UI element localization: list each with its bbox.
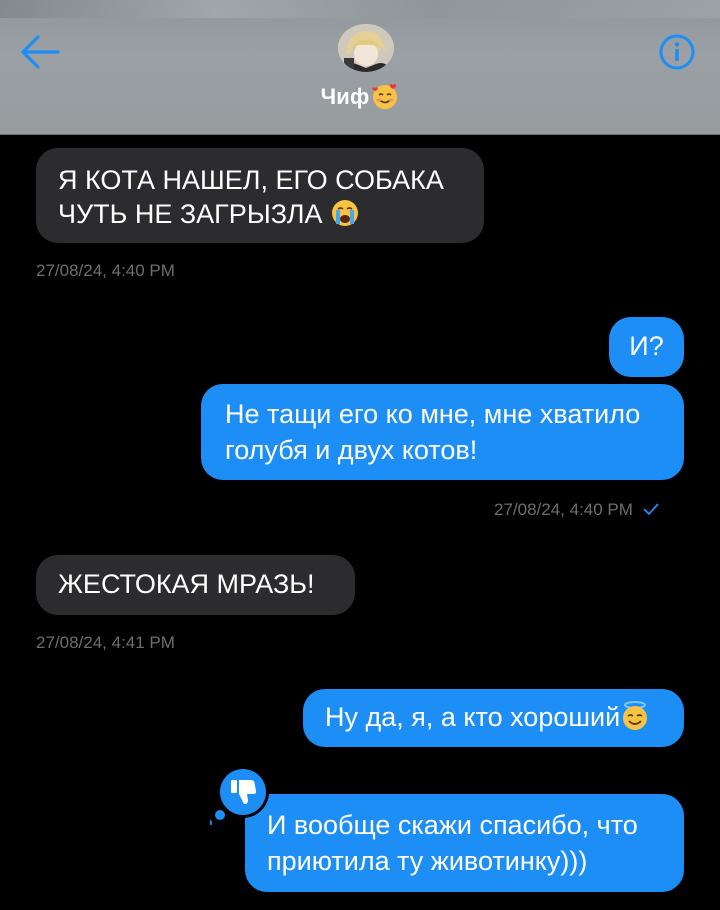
smiling-face-with-hearts-icon (372, 84, 398, 109)
sent-check-icon (643, 503, 659, 516)
message-bubble-outgoing[interactable]: Ну да, я, а кто хороший (303, 689, 684, 747)
message-bubble-outgoing[interactable]: И вообще скажи спасибо, что приютила ту … (245, 794, 684, 892)
contact-avatar[interactable] (338, 24, 394, 72)
message-bubble-incoming[interactable]: ЖЕСТОКАЯ МРАЗЬ! (36, 555, 355, 615)
message-bubble-incoming[interactable]: Я КОТА НАШЕЛ, ЕГО СОБАКА ЧУТЬ НЕ ЗАГРЫЗЛ… (36, 148, 484, 243)
message-line: ЧУТЬ НЕ ЗАГРЫЗЛА (58, 199, 323, 229)
message-timestamp: 27/08/24, 4:40 PM (494, 500, 660, 520)
thumbs-down-reaction-icon[interactable] (210, 765, 276, 825)
back-arrow-icon[interactable] (18, 32, 62, 72)
message-line: приютила ту животинку))) (267, 846, 588, 876)
crying-face-icon (331, 200, 358, 226)
message-timestamp: 27/08/24, 4:40 PM (36, 261, 175, 280)
status-bar (0, 0, 720, 18)
message-bubble-outgoing[interactable]: И? (609, 317, 684, 377)
message-line: Не тащи его ко мне, мне хватило (225, 399, 641, 429)
message-bubble-outgoing[interactable]: Не тащи его ко мне, мне хватило голубя и… (201, 384, 684, 480)
chat-header: Чиф (0, 0, 720, 135)
message-text: ЖЕСТОКАЯ МРАЗЬ! (58, 569, 315, 599)
contact-name[interactable]: Чиф (0, 82, 720, 110)
message-line: голубя и двух котов! (225, 435, 478, 465)
message-line: И вообще скажи спасибо, что (267, 810, 638, 840)
contact-name-text: Чиф (320, 84, 370, 109)
message-timestamp: 27/08/24, 4:41 PM (36, 633, 175, 652)
message-text: Ну да, я, а кто хороший (325, 702, 621, 732)
info-icon[interactable] (658, 33, 696, 71)
message-line: Я КОТА НАШЕЛ, ЕГО СОБАКА (58, 165, 444, 195)
smiling-face-with-halo-icon (623, 701, 648, 730)
message-text: И? (629, 331, 664, 361)
message-timestamp-text: 27/08/24, 4:40 PM (494, 500, 633, 519)
